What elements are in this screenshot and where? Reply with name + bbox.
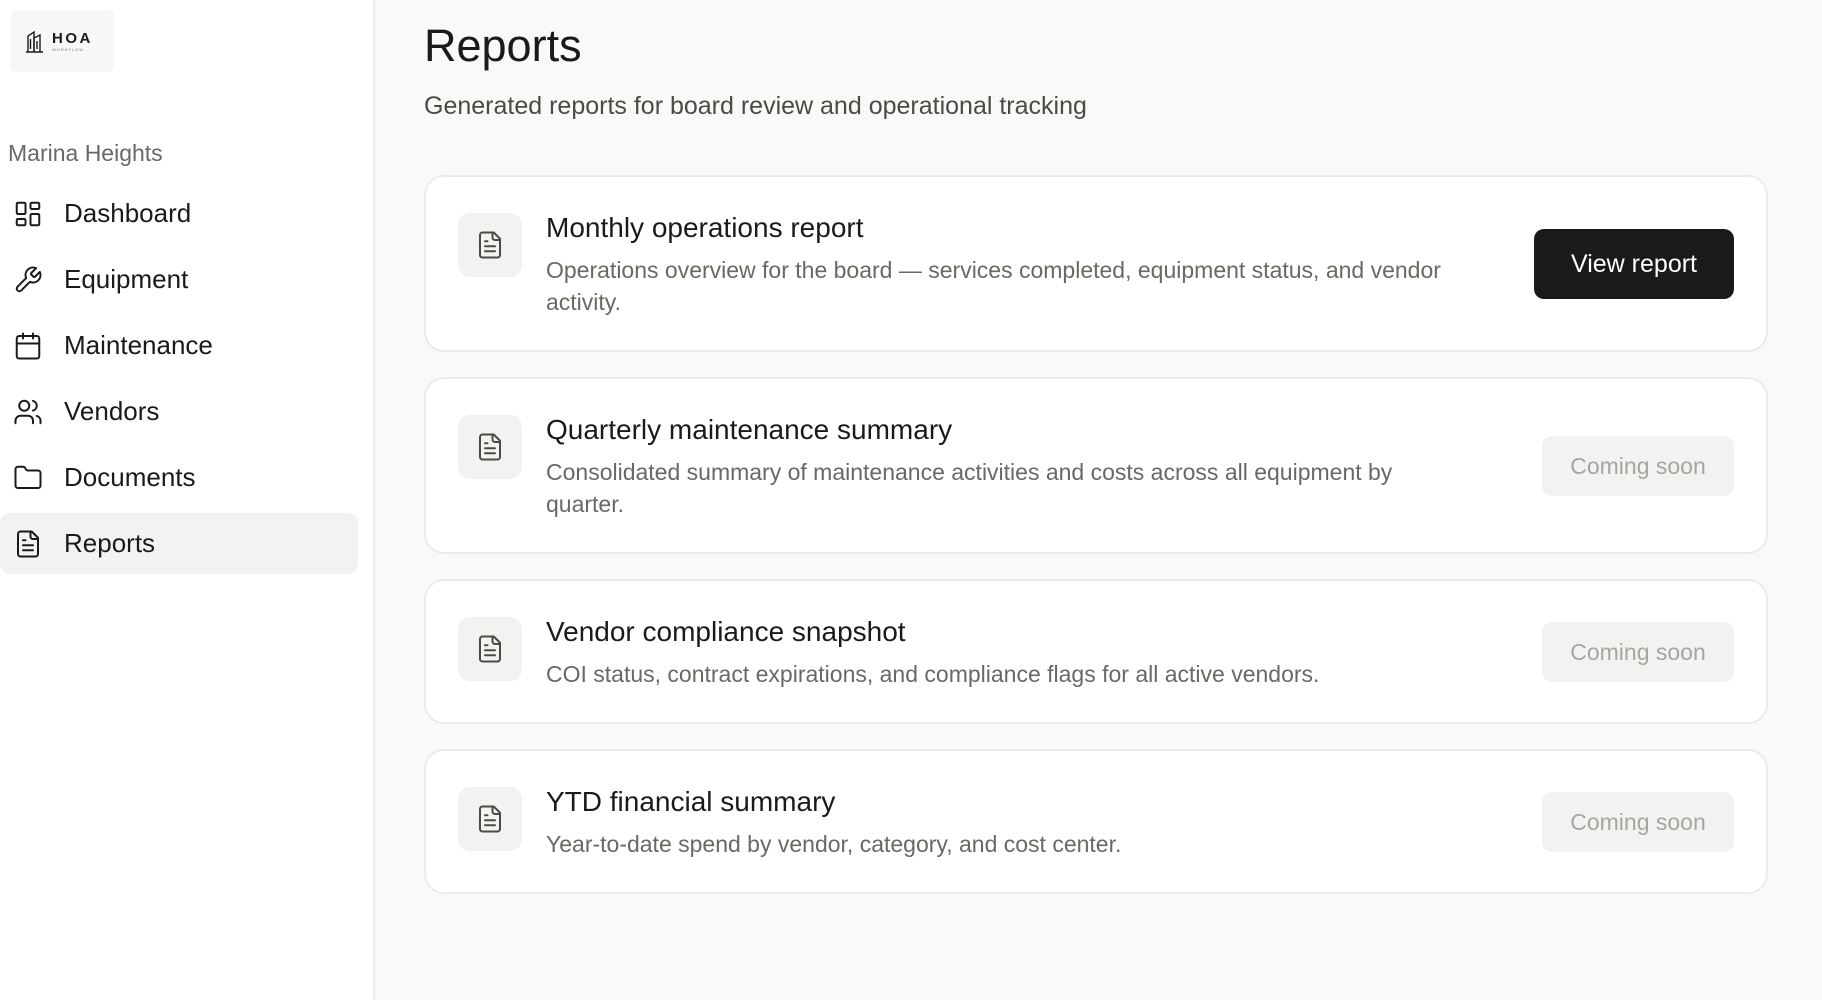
report-title: YTD financial summary: [546, 786, 836, 817]
sidebar-item-vendors[interactable]: Vendors: [0, 381, 358, 442]
brand-logo[interactable]: HOA WORKFLOW: [10, 10, 114, 72]
calendar-icon: [13, 331, 43, 361]
sidebar: HOA WORKFLOW Marina Heights Dashboard Eq…: [0, 0, 375, 1000]
sidebar-item-label: Vendors: [64, 396, 160, 426]
coming-soon-button: Coming soon: [1542, 436, 1734, 496]
building-logo-icon: [26, 30, 43, 53]
sidebar-item-reports[interactable]: Reports: [0, 513, 358, 574]
report-card-vendor-compliance: Vendor compliance snapshot COI status, c…: [424, 579, 1768, 724]
sidebar-item-label: Documents: [64, 462, 196, 492]
file-text-icon: [458, 415, 522, 479]
sidebar-item-label: Dashboard: [64, 198, 192, 228]
brand-name: HOA: [52, 29, 93, 47]
wrench-icon: [13, 265, 43, 295]
file-text-icon: [458, 787, 522, 851]
report-description: Consolidated summary of maintenance acti…: [546, 459, 1393, 517]
page-subtitle: Generated reports for board review and o…: [424, 92, 1087, 120]
report-title: Quarterly maintenance summary: [546, 414, 953, 445]
sidebar-item-label: Equipment: [64, 264, 189, 294]
report-title: Monthly operations report: [546, 212, 864, 243]
users-icon: [13, 397, 43, 427]
sidebar-item-label: Reports: [64, 528, 156, 558]
sidebar-item-documents[interactable]: Documents: [0, 447, 358, 508]
file-text-icon: [458, 617, 522, 681]
page-title: Reports: [424, 20, 582, 71]
report-description: COI status, contract expirations, and co…: [546, 661, 1320, 687]
report-card-ytd-financial: YTD financial summary Year-to-date spend…: [424, 749, 1768, 894]
report-title: Vendor compliance snapshot: [546, 616, 906, 647]
sidebar-nav: Dashboard Equipment Maintenance Vendors …: [0, 183, 358, 579]
report-card-quarterly-maintenance: Quarterly maintenance summary Consolidat…: [424, 377, 1768, 554]
file-text-icon: [13, 529, 43, 559]
report-card-monthly-operations: Monthly operations report Operations ove…: [424, 175, 1768, 352]
sidebar-item-label: Maintenance: [64, 330, 213, 360]
coming-soon-button: Coming soon: [1542, 622, 1734, 682]
sidebar-item-equipment[interactable]: Equipment: [0, 249, 358, 310]
coming-soon-button: Coming soon: [1542, 792, 1734, 852]
sidebar-item-dashboard[interactable]: Dashboard: [0, 183, 358, 244]
report-description: Year-to-date spend by vendor, category, …: [546, 831, 1122, 857]
file-text-icon: [458, 213, 522, 277]
folder-icon: [13, 463, 43, 493]
view-report-button[interactable]: View report: [1534, 229, 1734, 299]
sidebar-item-maintenance[interactable]: Maintenance: [0, 315, 358, 376]
dashboard-icon: [13, 199, 43, 229]
organization-name: Marina Heights: [8, 140, 163, 166]
brand-tagline: WORKFLOW: [52, 46, 84, 52]
report-description: Operations overview for the board — serv…: [546, 257, 1441, 315]
